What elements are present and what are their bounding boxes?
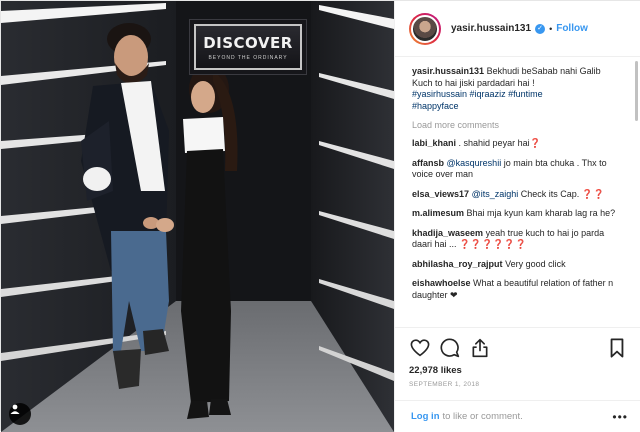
share-icon[interactable] xyxy=(469,337,491,359)
person-silhouette-icon[interactable] xyxy=(9,403,31,425)
caption-username[interactable]: yasir.hussain131 xyxy=(412,66,484,76)
person-silhouette-glyph xyxy=(10,404,20,414)
action-icons-row xyxy=(409,336,628,360)
likes-count[interactable]: 22,978 likes xyxy=(409,365,628,376)
heart-icon[interactable] xyxy=(409,337,431,359)
comment-text: . shahid peyar hai❓ xyxy=(458,138,541,148)
login-link[interactable]: Log in xyxy=(411,411,440,422)
bookmark-icon[interactable] xyxy=(606,337,628,359)
follow-button[interactable]: Follow xyxy=(556,23,588,34)
discover-sign-subtitle: BEYOND THE ORDINARY xyxy=(208,54,288,61)
comment-username[interactable]: affansb xyxy=(412,158,444,168)
comments-scrollbar[interactable] xyxy=(634,61,639,323)
hashtag-link[interactable]: #iqraaziz xyxy=(470,89,506,99)
comment-item: khadija_waseem yeah true kuch to hai jo … xyxy=(412,228,624,251)
comment-username[interactable]: elsa_views17 xyxy=(412,189,469,199)
comment-mention[interactable]: @its_zaighi xyxy=(472,189,519,199)
hashtag-link[interactable]: #happyface xyxy=(412,101,459,111)
discover-sign-title: DISCOVER xyxy=(203,33,293,52)
post-date[interactable]: SEPTEMBER 1, 2018 xyxy=(409,381,628,388)
comment-username[interactable]: eishawhoelse xyxy=(412,278,471,288)
discover-sign: DISCOVER BEYOND THE ORDINARY xyxy=(189,19,307,75)
hashtag-link[interactable]: #yasirhussain xyxy=(412,89,467,99)
avatar[interactable] xyxy=(411,14,439,43)
caption-line-2: Kuch to hai jiski pardadari hai ! xyxy=(412,77,535,88)
post-side-panel: yasir.hussain131 ✓ • Follow yasir.hussai… xyxy=(394,1,640,432)
comments-list[interactable]: yasir.hussain131 Bekhudi beSabab nahi Ga… xyxy=(395,58,640,326)
comment-mention[interactable]: @kasqureshii xyxy=(447,158,502,168)
post-photo[interactable]: DISCOVER BEYOND THE ORDINARY xyxy=(1,1,394,432)
hashtag-link[interactable]: #funtime xyxy=(508,89,543,99)
load-more-comments-link[interactable]: Load more comments xyxy=(412,120,624,130)
post-caption: yasir.hussain131 Bekhudi beSabab nahi Ga… xyxy=(412,66,624,112)
bookmark-glyph xyxy=(610,338,624,358)
comment-item: abhilasha_roy_rajput Very good click xyxy=(412,259,624,271)
story-ring[interactable] xyxy=(409,12,441,45)
header-username[interactable]: yasir.hussain131 xyxy=(451,23,531,34)
comment-item: affansb @kasqureshii jo main bta chuka .… xyxy=(412,158,624,181)
comment-username[interactable]: abhilasha_roy_rajput xyxy=(412,259,503,269)
comment-text: Check its Cap. ❓❓ xyxy=(518,188,605,199)
comment-username[interactable]: m.alimesum xyxy=(412,208,464,218)
caption-line-1: Bekhudi beSabab nahi Galib xyxy=(486,66,601,76)
post-actions: 22,978 likes SEPTEMBER 1, 2018 xyxy=(395,327,640,400)
comment-text: Very good click xyxy=(505,258,566,269)
instagram-post: DISCOVER BEYOND THE ORDINARY yasir.hussa… xyxy=(0,0,640,432)
comment-item: eishawhoelse What a beautiful relation o… xyxy=(412,278,624,301)
discover-sign-frame: DISCOVER BEYOND THE ORDINARY xyxy=(194,24,302,70)
header-separator: • xyxy=(549,23,553,34)
scrollbar-thumb[interactable] xyxy=(635,61,638,121)
comment-text: Bhai mja kyun kam kharab lag ra he? xyxy=(466,208,616,218)
more-options-button[interactable]: ••• xyxy=(612,410,628,424)
comment-item: elsa_views17 @its_zaighi Check its Cap. … xyxy=(412,189,624,201)
comment-bubble-glyph xyxy=(440,338,460,358)
comment-username[interactable]: khadija_waseem xyxy=(412,228,483,238)
verified-badge-icon: ✓ xyxy=(535,23,546,34)
comment-item: labi_khani . shahid peyar hai❓ xyxy=(412,138,624,150)
share-glyph xyxy=(472,338,488,358)
heart-glyph xyxy=(410,339,430,357)
post-footer: Log in to like or comment. ••• xyxy=(395,400,640,432)
comment-item: m.alimesum Bhai mja kyun kam kharab lag … xyxy=(412,208,624,220)
comment-username[interactable]: labi_khani xyxy=(412,138,456,148)
comment-bubble-icon[interactable] xyxy=(439,337,461,359)
post-header: yasir.hussain131 ✓ • Follow xyxy=(395,1,640,57)
login-prompt-text: to like or comment. xyxy=(442,411,523,422)
